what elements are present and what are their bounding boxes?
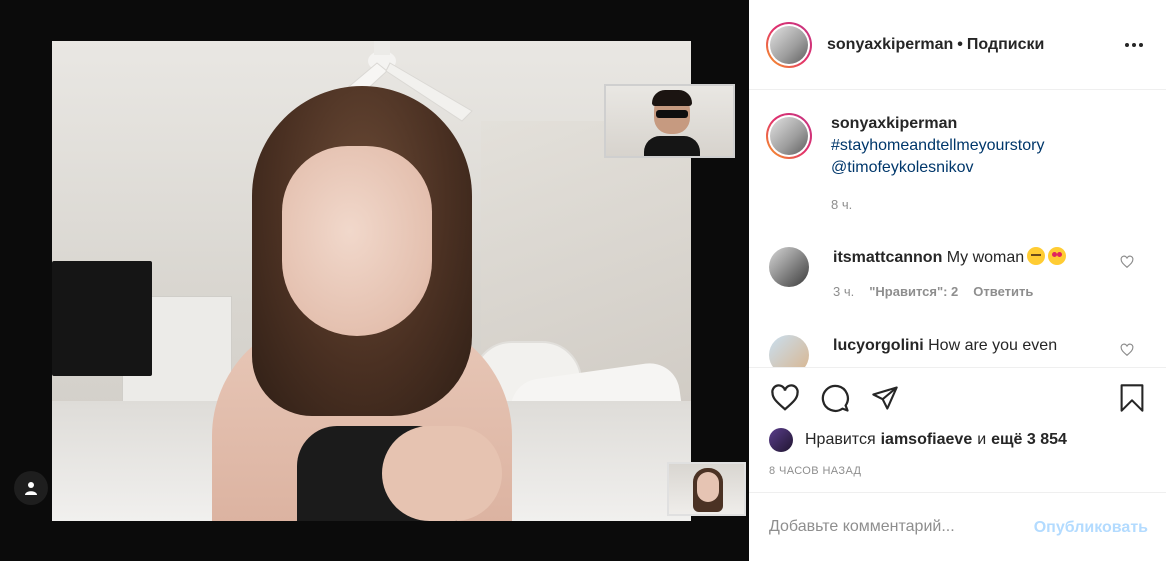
post-sidebar: sonyaxkiperman • Подписки sonyaxkiperman #… <box>749 0 1166 561</box>
caption-hashtag[interactable]: #stayhomeandtellmeyourstory <box>831 135 1044 157</box>
post-timestamp[interactable]: 8 ЧАСОВ НАЗАД <box>769 465 861 477</box>
caption-username[interactable]: sonyaxkiperman <box>831 115 957 132</box>
header-username[interactable]: sonyaxkiperman <box>827 36 953 53</box>
more-dots-icon[interactable] <box>1122 35 1146 55</box>
save-button[interactable] <box>1116 382 1148 414</box>
sleepy-face-emoji <box>1027 247 1046 265</box>
likes-count[interactable]: ещё 3 854 <box>991 431 1067 449</box>
reply-button[interactable]: Ответить <box>973 281 1033 303</box>
share-button[interactable] <box>869 382 901 414</box>
likes-prefix: Нравится <box>805 431 876 448</box>
comment-avatar[interactable] <box>769 335 809 367</box>
header-text: sonyaxkiperman • Подписки <box>827 36 1044 54</box>
avatar[interactable] <box>766 21 812 68</box>
caption-time[interactable]: 8 ч. <box>831 194 1044 216</box>
comment-time[interactable]: 3 ч. <box>833 281 854 303</box>
following-button[interactable]: Подписки <box>967 36 1044 53</box>
comment-username[interactable]: itsmattcannon <box>833 249 942 266</box>
liker-avatar[interactable] <box>769 428 793 452</box>
video-call-thumbnail-bottom <box>667 462 746 516</box>
heart-icon <box>771 384 799 411</box>
heart-eyes-emoji <box>1048 247 1067 265</box>
add-comment-bar: Опубликовать <box>749 492 1166 561</box>
comment-avatar[interactable] <box>769 247 809 287</box>
like-button[interactable] <box>769 382 801 414</box>
caption-avatar[interactable] <box>766 113 812 159</box>
comment-likes-count[interactable]: "Нравится": 2 <box>869 281 958 303</box>
likes-conj: и <box>977 431 987 448</box>
comment-text: How are you even <box>928 337 1058 354</box>
caption-mention[interactable]: @timofeykolesnikov <box>831 157 1044 179</box>
comment-icon <box>821 384 849 412</box>
comment-item: lucyorgolini How are you even <box>769 335 1149 367</box>
post-photo[interactable] <box>52 41 691 521</box>
comment-text: My woman <box>946 249 1025 266</box>
post-actions: Нравится iamsofiaeve и ещё 3 854 8 ЧАСОВ… <box>749 367 1166 492</box>
user-icon <box>25 482 37 495</box>
comment-item: itsmattcannon My woman 3 ч. "Нравится": … <box>769 247 1149 303</box>
comments-list[interactable]: sonyaxkiperman #stayhomeandtellmeyoursto… <box>749 91 1166 367</box>
bookmark-icon <box>1120 384 1144 412</box>
instagram-post-view: sonyaxkiperman • Подписки sonyaxkiperman #… <box>0 0 1166 561</box>
likes-summary: Нравится iamsofiaeve и ещё 3 854 <box>769 428 1072 452</box>
comment-like-icon[interactable] <box>1120 255 1134 269</box>
publish-button[interactable]: Опубликовать <box>1034 519 1148 537</box>
caller-person <box>644 90 700 156</box>
tv <box>52 261 152 376</box>
comment-input[interactable] <box>769 518 1019 536</box>
post-caption: sonyaxkiperman #stayhomeandtellmeyoursto… <box>766 113 1044 216</box>
comment-button[interactable] <box>819 382 851 414</box>
person <box>212 86 512 521</box>
comment-username[interactable]: lucyorgolini <box>833 337 924 354</box>
video-call-thumbnail-top <box>604 84 735 158</box>
post-header: sonyaxkiperman • Подписки <box>749 0 1166 90</box>
comment-like-icon[interactable] <box>1120 343 1134 357</box>
send-icon <box>872 386 898 410</box>
header-separator: • <box>957 35 963 53</box>
liker-username[interactable]: iamsofiaeve <box>881 431 973 449</box>
post-media <box>0 0 749 561</box>
tagged-users-button[interactable] <box>14 471 48 505</box>
